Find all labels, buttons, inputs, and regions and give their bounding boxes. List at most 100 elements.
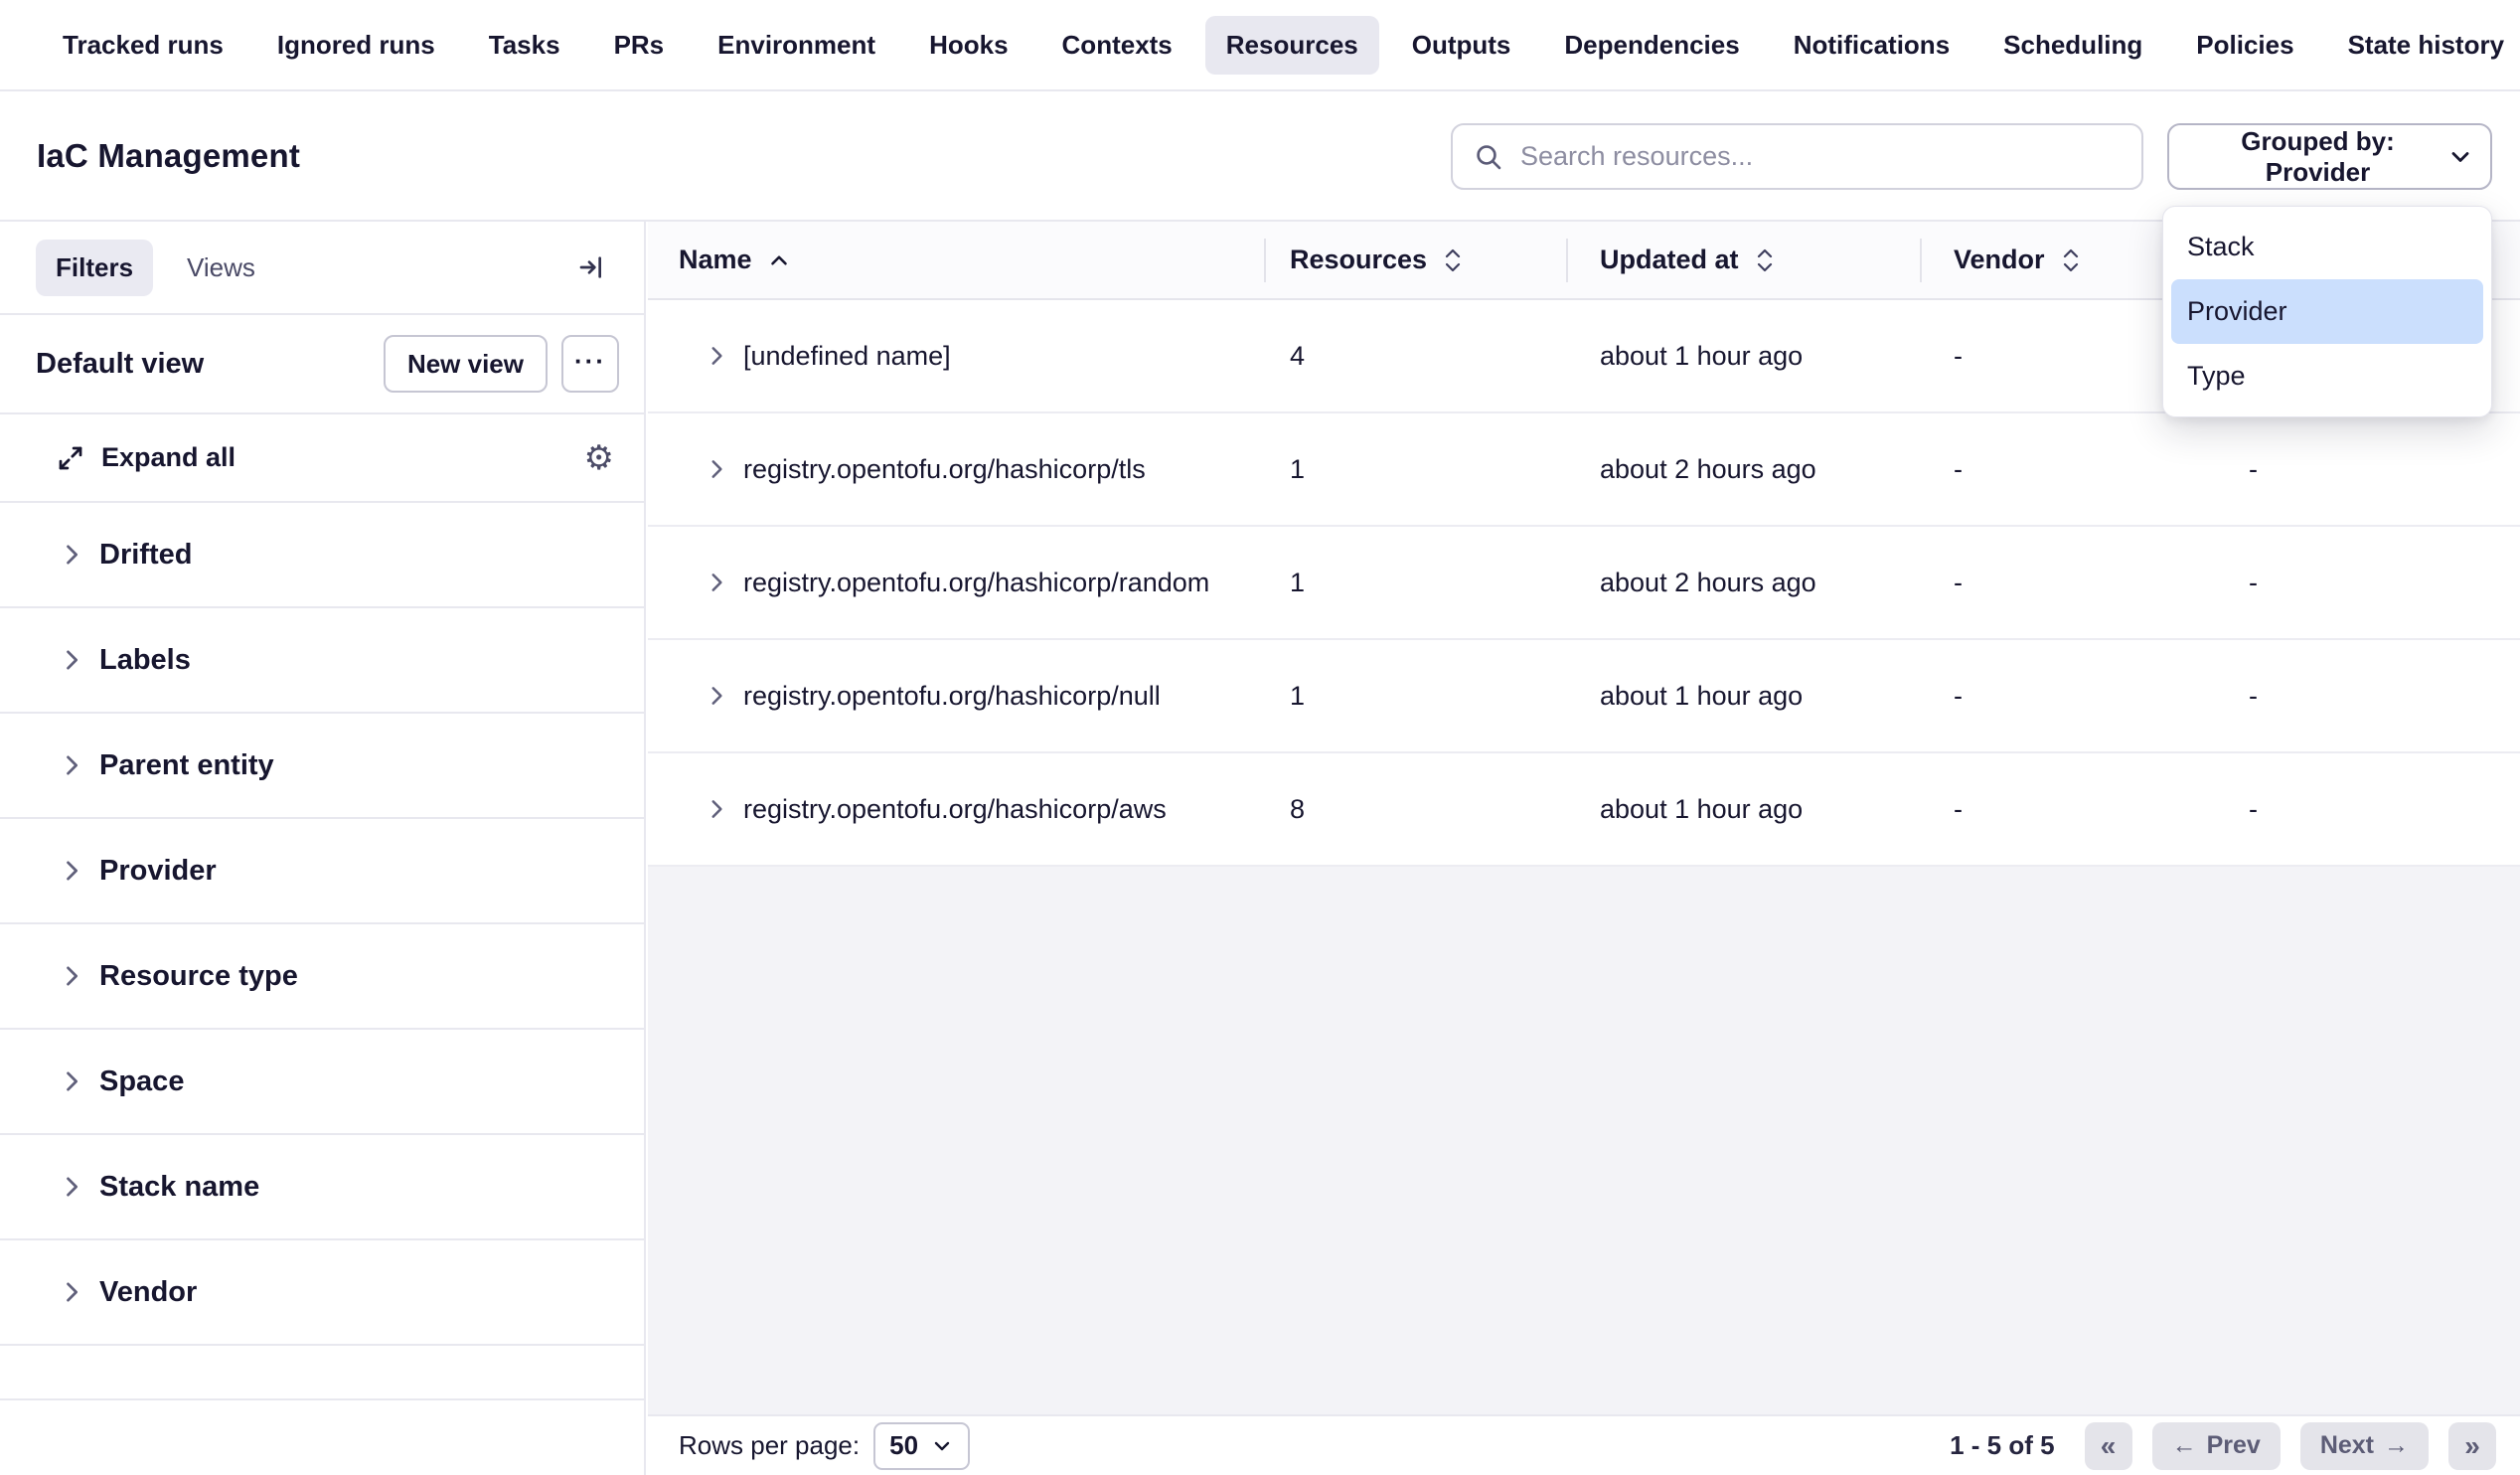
expand-all-label[interactable]: Expand all	[101, 442, 236, 473]
page-header: IaC Management Grouped by: Provider	[0, 91, 2520, 222]
column-header-updated-at[interactable]: Updated at	[1566, 222, 1920, 298]
filter-section-label: Provider	[99, 855, 217, 888]
filter-section[interactable]: Space	[0, 1030, 644, 1135]
filter-section-label: Vendor	[99, 1276, 197, 1309]
extra-value: -	[2235, 568, 2520, 598]
chevron-right-icon	[58, 541, 85, 569]
tab-filters[interactable]: Filters	[36, 240, 153, 296]
column-label: Name	[679, 245, 752, 275]
filter-section-label: Parent entity	[99, 749, 274, 782]
filter-section[interactable]: Stack name	[0, 1135, 644, 1240]
column-label: Resources	[1290, 245, 1427, 275]
table-row[interactable]: registry.opentofu.org/hashicorp/aws 8 ab…	[648, 753, 2520, 867]
chevron-down-icon	[2446, 143, 2474, 171]
nav-tab[interactable]: Scheduling	[1982, 16, 2163, 75]
expand-all-icon	[56, 443, 85, 473]
nav-tab[interactable]: Outputs	[1391, 16, 1532, 75]
rows-per-page-label: Rows per page:	[679, 1430, 860, 1461]
prev-label: Prev	[2207, 1431, 2261, 1460]
resource-name: registry.opentofu.org/hashicorp/null	[743, 681, 1161, 712]
table-row[interactable]: registry.opentofu.org/hashicorp/tls 1 ab…	[648, 413, 2520, 527]
nav-tab[interactable]: Ignored runs	[256, 16, 456, 75]
expand-row-icon[interactable]	[704, 683, 729, 709]
filter-section-label: Drifted	[99, 539, 192, 572]
expand-row-icon[interactable]	[704, 570, 729, 595]
filter-section[interactable]: Parent entity	[0, 714, 644, 819]
tab-views[interactable]: Views	[167, 240, 275, 296]
filter-section[interactable]: Provider	[0, 819, 644, 924]
resource-name: registry.opentofu.org/hashicorp/random	[743, 568, 1209, 598]
sidebar-tabs: Filters Views	[0, 222, 644, 315]
group-menu-item[interactable]: Provider	[2171, 279, 2483, 344]
last-page-button[interactable]: »	[2448, 1422, 2496, 1470]
extra-value: -	[2235, 794, 2520, 825]
filter-section-label: Labels	[99, 644, 191, 677]
chevron-down-icon	[930, 1434, 954, 1458]
extra-value: -	[2235, 454, 2520, 485]
more-options-button[interactable]: ···	[561, 335, 619, 393]
search-box[interactable]	[1451, 123, 2143, 190]
extra-value: -	[2235, 681, 2520, 712]
column-header-name[interactable]: Name	[648, 222, 1264, 298]
nav-tab[interactable]: Notifications	[1773, 16, 1970, 75]
chevron-right-icon	[58, 962, 85, 990]
nav-tab[interactable]: Tasks	[468, 16, 581, 75]
resource-name: [undefined name]	[743, 341, 951, 372]
filter-section[interactable]: Drifted	[0, 503, 644, 608]
column-header-resources[interactable]: Resources	[1264, 222, 1566, 298]
nav-tab[interactable]: Environment	[697, 16, 896, 75]
filter-section-label: Stack name	[99, 1171, 259, 1204]
chevron-right-icon	[58, 1067, 85, 1095]
chevron-right-icon	[58, 751, 85, 779]
new-view-button[interactable]: New view	[384, 335, 548, 393]
rows-per-page-select[interactable]: 50	[873, 1422, 970, 1470]
nav-tab[interactable]: Hooks	[908, 16, 1028, 75]
expand-row-icon[interactable]	[704, 456, 729, 482]
sort-asc-icon	[766, 247, 792, 273]
nav-tab[interactable]: Dependencies	[1543, 16, 1760, 75]
chevron-right-icon	[58, 857, 85, 885]
updated-at: about 2 hours ago	[1566, 568, 1920, 598]
first-page-button[interactable]: «	[2085, 1422, 2132, 1470]
nav-tab[interactable]: Policies	[2175, 16, 2314, 75]
grouped-by-button[interactable]: Grouped by: Provider	[2167, 123, 2492, 190]
nav-tab[interactable]: Tracked runs	[42, 16, 244, 75]
filter-section[interactable]: Vendor	[0, 1240, 644, 1346]
arrow-right-icon: →	[2384, 1431, 2409, 1460]
expand-all-row: Expand all ⚙	[0, 414, 644, 503]
group-menu-item[interactable]: Type	[2171, 344, 2483, 409]
collapse-panel-icon[interactable]	[568, 245, 614, 290]
sidebar-divider	[0, 1398, 644, 1400]
nav-tab[interactable]: Contexts	[1041, 16, 1193, 75]
filters-sidebar: Filters Views Default view New view ··· …	[0, 222, 646, 1475]
nav-tab[interactable]: Resources	[1205, 16, 1379, 75]
filter-section[interactable]: Labels	[0, 608, 644, 714]
filter-section[interactable]: Resource type	[0, 924, 644, 1030]
resources-count: 1	[1264, 568, 1566, 598]
grouped-by-menu: Stack Provider Type	[2162, 206, 2492, 417]
nav-tab[interactable]: PRs	[593, 16, 686, 75]
page-title: IaC Management	[37, 137, 300, 175]
updated-at: about 1 hour ago	[1566, 794, 1920, 825]
group-menu-item[interactable]: Stack	[2171, 215, 2483, 279]
next-page-button[interactable]: Next →	[2300, 1422, 2429, 1470]
expand-row-icon[interactable]	[704, 796, 729, 822]
table-row[interactable]: registry.opentofu.org/hashicorp/null 1 a…	[648, 640, 2520, 753]
prev-page-button[interactable]: ← Prev	[2152, 1422, 2281, 1470]
vendor-value: -	[1920, 454, 2235, 485]
column-label: Updated at	[1600, 245, 1739, 275]
updated-at: about 1 hour ago	[1566, 341, 1920, 372]
table-row[interactable]: registry.opentofu.org/hashicorp/random 1…	[648, 527, 2520, 640]
nav-tab[interactable]: State history	[2327, 16, 2520, 75]
filter-section-label: Space	[99, 1065, 184, 1098]
resources-count: 1	[1264, 454, 1566, 485]
expand-row-icon[interactable]	[704, 343, 729, 369]
vendor-value: -	[1920, 794, 2235, 825]
search-input[interactable]	[1520, 141, 2122, 172]
gear-icon[interactable]: ⚙	[584, 441, 614, 475]
grouped-by-label: Grouped by: Provider	[2189, 126, 2446, 188]
pagination-range: 1 - 5 of 5	[1950, 1430, 2054, 1461]
filter-sections: Drifted Labels Parent entity Pro	[0, 503, 644, 1346]
view-row: Default view New view ···	[0, 315, 644, 414]
resource-name: registry.opentofu.org/hashicorp/aws	[743, 794, 1167, 825]
